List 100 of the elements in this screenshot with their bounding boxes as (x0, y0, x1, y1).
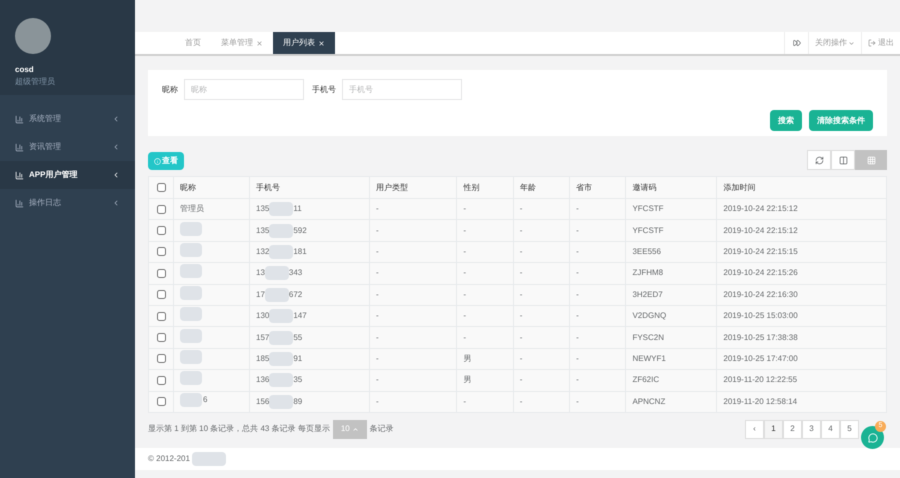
table-cell: - (370, 305, 457, 327)
table-cell: V2DGNQ (626, 305, 717, 327)
sidebar-item[interactable]: 操作日志 (0, 189, 135, 217)
user-name: cosd (15, 64, 35, 76)
field-label: 手机号 (312, 84, 336, 96)
pagination-suffix: 条记录 (370, 423, 394, 436)
page-tab[interactable]: 首页 (175, 32, 211, 54)
chevron-icon (112, 171, 120, 179)
chart-icon (15, 198, 24, 208)
row-checkbox[interactable] (156, 226, 166, 235)
blurred-patch (269, 352, 294, 366)
row-checkbox[interactable] (156, 268, 166, 278)
table-cell: YFCSTF (626, 220, 717, 242)
row-checkbox[interactable] (156, 204, 166, 214)
table-cell: 2019-11-20 12:58:14 (716, 391, 886, 412)
row-checkbox[interactable] (156, 312, 166, 321)
logout-button[interactable]: 退出 (861, 32, 900, 54)
refresh-button[interactable] (807, 150, 831, 170)
table-cell: 135 592 (250, 220, 370, 242)
page-button[interactable]: 2 (783, 420, 802, 439)
table-cell: NEWYF1 (626, 348, 717, 370)
column-header: 用户类型 (370, 176, 457, 198)
fast-forward-icon (792, 39, 800, 47)
blurred-patch (180, 328, 202, 343)
blurred-patch (269, 309, 294, 324)
page-tab[interactable]: 用户列表 (273, 32, 335, 54)
close-operations-button[interactable]: 关闭操作 (808, 32, 861, 54)
prev-page-button[interactable]: ‹ (745, 420, 764, 439)
table-cell: - (513, 220, 570, 242)
search-field[interactable]: 手机号 (342, 79, 462, 100)
table-cell: - (370, 326, 457, 348)
grid-icon (866, 156, 876, 164)
table-cell: - (370, 262, 457, 284)
row-checkbox[interactable] (156, 376, 166, 385)
column-header: 性别 (456, 176, 514, 198)
table-cell: - (456, 220, 514, 242)
chart-icon (15, 170, 24, 180)
table-cell: 2019-10-24 22:15:12 (716, 220, 886, 242)
row-checkbox[interactable] (156, 332, 166, 342)
table-cell: 男 (456, 370, 514, 392)
table-cell: 2019-10-24 22:15:26 (716, 262, 886, 284)
pagination-summary: 显示第 1 到第 10 条记录，总共 43 条记录 每页显示 (148, 423, 330, 436)
blurred-patch (192, 452, 226, 466)
chat-icon (868, 432, 878, 442)
table-cell: - (513, 305, 570, 327)
page-button[interactable]: 5 (840, 420, 859, 439)
page-button[interactable]: 4 (821, 420, 840, 439)
column-header: 省市 (570, 176, 626, 198)
page-button[interactable]: 3 (802, 420, 821, 439)
columns-icon (838, 156, 848, 164)
sidebar-item[interactable]: APP用户管理 (0, 161, 135, 189)
table-cell: ZJFHM8 (626, 262, 717, 284)
search-button[interactable]: 搜索 (770, 110, 802, 131)
table-cell: 185 91 (250, 348, 370, 370)
chevron-icon (112, 199, 120, 207)
table-cell: - (370, 198, 457, 220)
table-cell: 130 147 (250, 305, 370, 327)
sidebar-item[interactable]: 系统管理 (0, 105, 135, 133)
row-checkbox[interactable] (156, 247, 166, 256)
blurred-patch (269, 394, 294, 409)
clear-button[interactable]: 清除搜索条件 (809, 110, 873, 131)
table-cell: - (513, 284, 570, 306)
column-header: 邀请码 (626, 176, 717, 198)
info-icon (154, 158, 161, 164)
row-checkbox[interactable] (156, 397, 166, 406)
chat-button[interactable] (861, 426, 884, 449)
column-header: 年龄 (513, 176, 570, 198)
table-cell: 男 (456, 348, 514, 370)
table-cell: - (456, 305, 514, 327)
table-cell: 156 89 (250, 391, 370, 412)
table-cell: - (513, 262, 570, 284)
table-cell: 157 55 (250, 326, 370, 348)
row-checkbox[interactable] (156, 290, 166, 300)
sidebar-item[interactable]: 资讯管理 (0, 133, 135, 161)
avatar (15, 18, 51, 54)
caret-icon (352, 426, 359, 433)
search-field[interactable]: 昵称 (184, 79, 304, 100)
table-cell: - (513, 348, 570, 370)
table-cell: 2019-10-24 22:15:12 (716, 198, 886, 220)
page-button[interactable]: 1 (764, 420, 783, 439)
table-cell: - (370, 391, 457, 412)
table-cell: - (456, 284, 514, 306)
field-label: 昵称 (162, 84, 178, 96)
table-cell: - (570, 370, 626, 392)
select-all-checkbox[interactable] (156, 182, 166, 192)
table-cell: - (513, 198, 570, 220)
table-cell: 13 343 (250, 262, 370, 284)
blurred-patch (269, 244, 294, 259)
page-tab[interactable]: 菜单管理 (211, 32, 273, 54)
row-checkbox[interactable] (156, 354, 166, 364)
toggle-view-button[interactable] (831, 150, 855, 170)
table-cell: 2019-10-25 15:03:00 (716, 305, 886, 327)
table-cell: - (513, 326, 570, 348)
table-cell: FYSC2N (626, 326, 717, 348)
table-cell: - (570, 326, 626, 348)
table-cell: YFCSTF (626, 198, 717, 220)
table-cell: - (570, 284, 626, 306)
blurred-patch (269, 330, 294, 345)
blurred-patch (269, 373, 294, 388)
table-cell: - (570, 391, 626, 412)
